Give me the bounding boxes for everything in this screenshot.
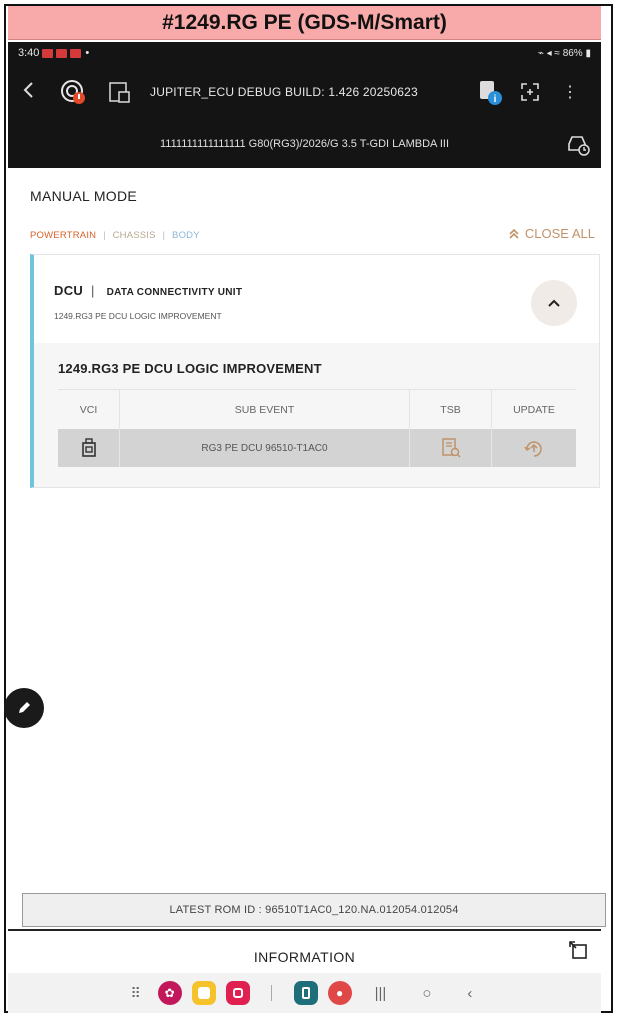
status-right: ⌁ ◂ ≈ 86% ▮ <box>538 48 591 59</box>
app-bar: JUPITER_ECU DEBUG BUILD: 1.426 20250623 … <box>8 64 601 120</box>
event-title: 1249.RG3 PE DCU LOGIC IMPROVEMENT <box>58 361 322 376</box>
update-icon <box>524 441 542 457</box>
tsb-cell[interactable] <box>410 429 492 467</box>
dcu-name: DATA CONNECTIVITY UNIT <box>106 287 243 298</box>
car-settings-icon[interactable] <box>565 132 591 156</box>
tsb-document-search-icon <box>441 438 461 458</box>
ecu-button[interactable] <box>104 77 134 107</box>
dcu-description: 1249.RG3 PE DCU LOGIC IMPROVEMENT <box>54 311 222 321</box>
vehicle-bar: 1111111111111111 G80(RG3)/2026/G 3.5 T-G… <box>8 120 601 168</box>
profile-app-icon: ● <box>327 981 352 1005</box>
dock-app-1[interactable]: ✿ <box>157 980 183 1006</box>
fullscreen-icon <box>521 83 539 101</box>
filter-body[interactable]: BODY <box>172 230 200 241</box>
dot-icon: • <box>85 47 90 59</box>
dock-app-4[interactable] <box>293 980 319 1006</box>
close-all-button[interactable]: CLOSE ALL <box>508 226 595 241</box>
battery-icon: ▮ <box>585 47 591 59</box>
back-nav-button[interactable]: ‹ <box>467 985 472 1002</box>
information-bar[interactable]: INFORMATION <box>8 929 601 973</box>
notification-icon <box>42 48 54 58</box>
app-drawer-button[interactable]: ⠿ <box>123 980 149 1006</box>
fullscreen-button[interactable] <box>513 77 547 107</box>
filter-chassis[interactable]: CHASSIS <box>113 230 156 241</box>
vci-cell[interactable] <box>58 429 120 467</box>
table-header: VCI SUB EVENT TSB UPDATE <box>58 389 576 429</box>
gds-app-icon <box>293 981 318 1005</box>
dcu-code: DCU <box>54 283 84 298</box>
notification-icon <box>70 48 82 58</box>
grid-icon: ⠿ <box>130 984 141 1001</box>
caption-banner: #1249.RG PE (GDS-M/Smart) <box>8 6 601 40</box>
info-vehicle-button[interactable]: i <box>473 77 507 107</box>
header-vci: VCI <box>58 390 120 429</box>
dock-separator <box>259 980 285 1006</box>
manual-mode-title: MANUAL MODE <box>30 188 138 204</box>
more-vertical-icon: ⋮ <box>562 84 578 101</box>
dcu-title: DCU | DATA CONNECTIVITY UNIT <box>54 283 242 298</box>
recents-button[interactable]: ||| <box>375 985 387 1002</box>
dock-app-3[interactable] <box>225 980 251 1006</box>
dcu-card-header[interactable]: DCU | DATA CONNECTIVITY UNIT 1249.RG3 PE… <box>34 255 599 343</box>
camera-app-icon <box>225 981 250 1005</box>
sub-event-cell: RG3 PE DCU 96510-T1AC0 <box>120 429 410 467</box>
back-button[interactable] <box>22 79 50 105</box>
header-tsb: TSB <box>410 390 492 429</box>
latest-rom-id-bar: LATEST ROM ID : 96510T1AC0_120.NA.012054… <box>22 893 606 927</box>
information-label: INFORMATION <box>253 949 356 965</box>
main-content: MANUAL MODE POWERTRAIN | CHASSIS | BODY … <box>4 168 601 890</box>
close-all-label: CLOSE ALL <box>524 226 595 241</box>
status-time: 3:40 <box>18 47 40 59</box>
dcu-card: DCU | DATA CONNECTIVITY UNIT 1249.RG3 PE… <box>30 254 600 488</box>
back-arrow-icon <box>23 82 33 98</box>
android-nav-bar: ⠿ ✿ ● ||| ○ ‹ <box>8 973 601 1013</box>
svg-text:i: i <box>494 94 497 105</box>
filter-separator: | <box>162 230 166 241</box>
home-button[interactable]: ○ <box>422 985 431 1002</box>
notes-app-icon <box>191 981 216 1005</box>
table-row[interactable]: RG3 PE DCU 96510-T1AC0 <box>58 429 576 467</box>
vci-status-icon <box>61 80 85 104</box>
signal-icon: ⌁ ◂ ≈ <box>537 47 563 59</box>
edit-floating-button[interactable] <box>4 688 44 728</box>
header-update: UPDATE <box>513 403 555 416</box>
dock-divider <box>271 985 273 1001</box>
dcu-separator: | <box>91 283 95 298</box>
double-chevron-up-icon <box>509 228 519 239</box>
header-sub-event: SUB EVENT <box>120 390 410 429</box>
flower-app-icon: ✿ <box>157 981 182 1005</box>
vci-connection-button[interactable] <box>58 77 88 107</box>
expand-icon[interactable] <box>567 939 589 961</box>
vehicle-info-text: 1111111111111111 G80(RG3)/2026/G 3.5 T-G… <box>159 138 449 150</box>
ecu-icon <box>109 82 130 103</box>
app-title: JUPITER_ECU DEBUG BUILD: 1.426 20250623 <box>150 85 418 99</box>
vci-device-icon <box>81 438 96 457</box>
update-cell[interactable] <box>492 429 576 467</box>
filter-powertrain[interactable]: POWERTRAIN <box>30 230 96 241</box>
dock-app-2[interactable] <box>191 980 217 1006</box>
event-table: VCI SUB EVENT TSB UPDATE RG3 PE DCU 9651… <box>58 389 576 467</box>
dock-app-5[interactable]: ● <box>327 980 353 1006</box>
system-filters: POWERTRAIN | CHASSIS | BODY <box>30 230 200 241</box>
collapse-button[interactable] <box>531 280 577 326</box>
filter-separator: | <box>103 230 106 241</box>
battery-level: 86% <box>562 47 583 59</box>
chevron-up-icon <box>548 299 560 307</box>
pencil-icon <box>19 702 30 713</box>
more-menu-button[interactable]: ⋮ <box>553 77 587 107</box>
notification-icon <box>56 48 68 58</box>
dcu-card-body: 1249.RG3 PE DCU LOGIC IMPROVEMENT VCI SU… <box>34 343 599 487</box>
status-bar: 3:40 • ⌁ ◂ ≈ 86% ▮ <box>8 42 601 64</box>
vehicle-info-icon: i <box>480 81 502 105</box>
